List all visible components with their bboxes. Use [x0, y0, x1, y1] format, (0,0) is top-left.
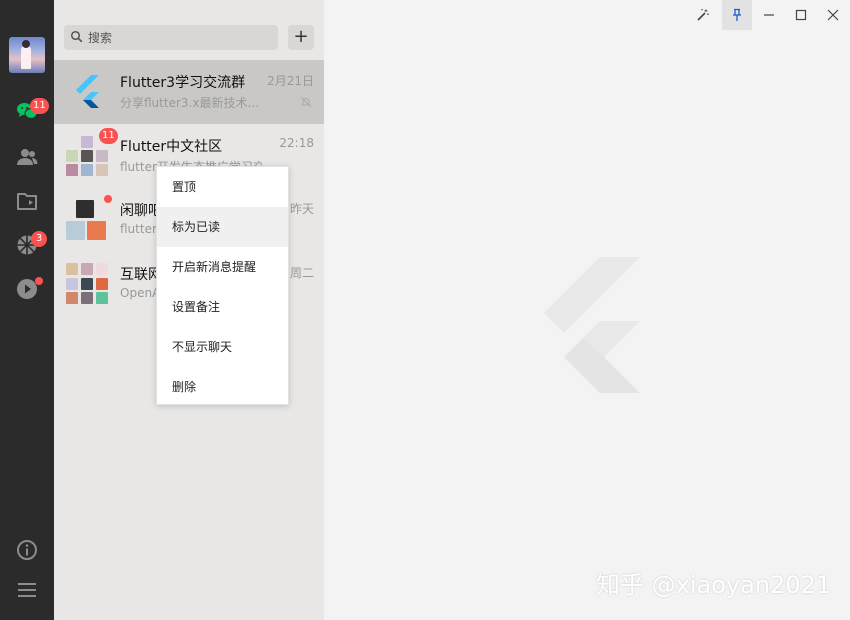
- chat-time: 昨天: [289, 202, 314, 216]
- main-panel: 知乎 @xiaoyan2021: [324, 0, 850, 620]
- chat-name: Flutter中文社区: [120, 139, 223, 155]
- minimize-icon: [764, 14, 774, 16]
- chat-time: 周二: [289, 266, 314, 280]
- group-avatar: [66, 199, 108, 241]
- contacts-icon[interactable]: [15, 145, 39, 169]
- chat-context-menu: 置顶 标为已读 开启新消息提醒 设置备注 不显示聊天 删除: [156, 166, 289, 405]
- maximize-icon: [795, 9, 807, 21]
- menu-icon[interactable]: [15, 578, 39, 602]
- flutter-logo-avatar: [76, 75, 99, 108]
- add-button[interactable]: +: [288, 25, 314, 50]
- chat-time: 22:18: [279, 136, 314, 150]
- close-button[interactable]: [818, 0, 848, 30]
- info-icon[interactable]: [15, 538, 39, 562]
- close-icon: [827, 9, 839, 21]
- wand-icon: [697, 9, 709, 21]
- pin-icon: [733, 8, 741, 21]
- folder-icon[interactable]: [15, 189, 39, 213]
- flutter-watermark-logo: [544, 257, 640, 393]
- maximize-button[interactable]: [786, 0, 816, 30]
- pin-button[interactable]: [722, 0, 752, 30]
- search-input[interactable]: 搜索: [64, 25, 278, 50]
- menu-item-delete[interactable]: 删除: [157, 367, 288, 407]
- chat-name: Flutter3学习交流群: [120, 75, 246, 91]
- wand-button[interactable]: [688, 0, 718, 30]
- menu-item-enable-notifications[interactable]: 开启新消息提醒: [157, 247, 288, 287]
- menu-item-set-remark[interactable]: 设置备注: [157, 287, 288, 327]
- zhihu-watermark: 知乎 @xiaoyan2021: [596, 571, 832, 599]
- menu-item-pin[interactable]: 置顶: [157, 167, 288, 207]
- chat-time: 2月21日: [267, 74, 314, 88]
- user-avatar[interactable]: [9, 37, 45, 73]
- chat-badge: 11: [99, 128, 118, 144]
- minimize-button[interactable]: [754, 0, 784, 30]
- search-icon: [70, 30, 83, 43]
- menu-item-hide-chat[interactable]: 不显示聊天: [157, 327, 288, 367]
- search-placeholder: 搜索: [88, 31, 113, 45]
- nav-rail: 11 3: [0, 0, 54, 620]
- mute-icon: [300, 96, 312, 108]
- menu-item-mark-read[interactable]: 标为已读: [157, 207, 288, 247]
- group-avatar: [66, 263, 108, 305]
- moments-badge: 3: [31, 231, 47, 247]
- chat-item-flutter3-group[interactable]: Flutter3学习交流群 2月21日 分享flutter3.x最新技术...: [54, 60, 324, 124]
- chat-preview: 分享flutter3.x最新技术...: [120, 96, 259, 110]
- chat-badge: 11: [30, 98, 49, 114]
- unread-dot: [104, 195, 112, 203]
- video-dot: [35, 277, 43, 285]
